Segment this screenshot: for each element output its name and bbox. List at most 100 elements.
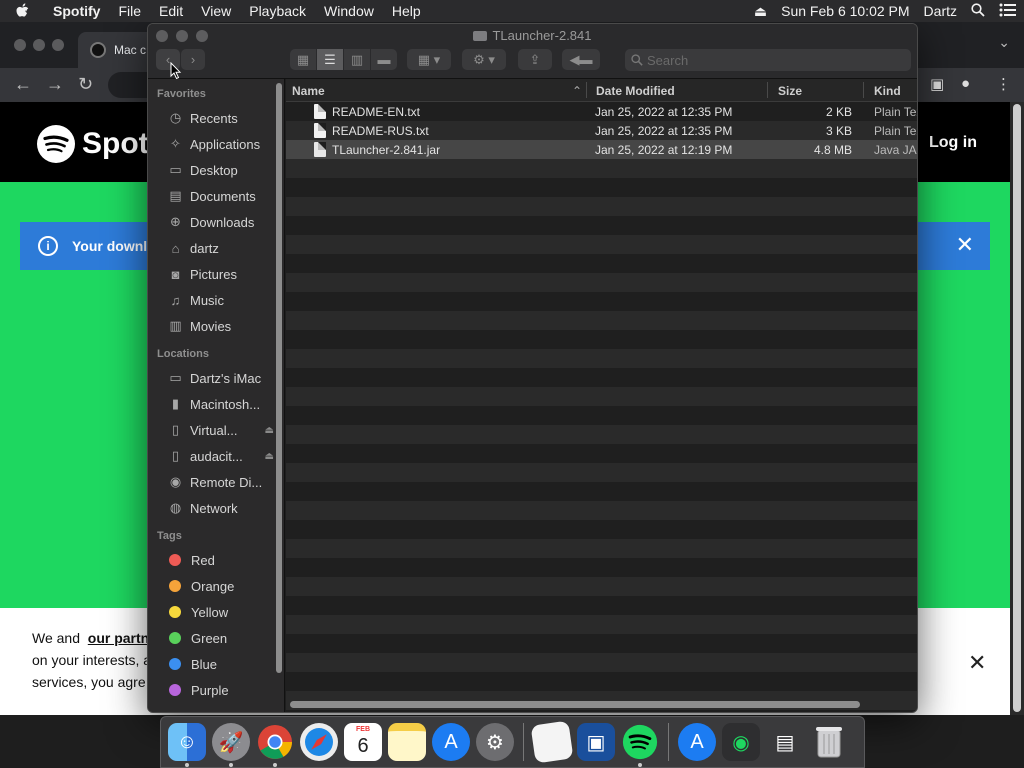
search-input[interactable] [647, 52, 887, 68]
sidebar-item-virtualbox[interactable]: ▯ Virtual... ⏏ [148, 417, 284, 443]
browser-menu-icon[interactable]: ⋮ [996, 75, 1011, 93]
menu-user[interactable]: Dartz [917, 3, 964, 19]
menu-playback[interactable]: Playback [240, 0, 315, 22]
chrome-dock-icon[interactable] [256, 723, 294, 767]
gallery-view-icon[interactable]: ▬ [371, 49, 397, 70]
apple-menu-icon[interactable] [0, 3, 44, 19]
column-header: Name ⌃ Date Modified Size Kind [286, 79, 917, 102]
document-icon: ▤ [169, 188, 182, 203]
sidebar-item-applications[interactable]: ✧ Applications [148, 131, 284, 157]
trash-dock-icon[interactable] [810, 723, 848, 761]
back-arrow-icon[interactable]: ← [14, 74, 32, 95]
minimize-window-button[interactable] [33, 39, 45, 51]
sidebar-item-recents[interactable]: ◷ Recents [148, 105, 284, 131]
launchpad-dock-icon[interactable]: 🚀 [212, 723, 250, 767]
file-row[interactable]: README-EN.txt Jan 25, 2022 at 12:35 PM 2… [286, 102, 918, 121]
eject-icon[interactable]: ⏏ [265, 425, 274, 436]
menu-file[interactable]: File [109, 0, 150, 22]
clock[interactable]: Sun Feb 6 10:02 PM [774, 3, 916, 19]
sidebar-item-label: Red [191, 552, 215, 568]
app-store-dock-icon[interactable]: A [432, 723, 470, 761]
sidebar-item-macintosh-hd[interactable]: ▮ Macintosh... [148, 391, 284, 417]
sidebar-tag-red[interactable]: Red [148, 547, 284, 573]
column-divider[interactable] [586, 82, 587, 98]
column-divider[interactable] [767, 82, 768, 98]
cookie-close-icon[interactable]: ✕ [968, 650, 986, 676]
partners-link[interactable]: our partn [88, 630, 149, 646]
zoom-window-button[interactable] [52, 39, 64, 51]
sidebar-tag-green[interactable]: Green [148, 625, 284, 651]
sidebar-tag-yellow[interactable]: Yellow [148, 599, 284, 625]
sidebar-item-desktop[interactable]: ▭ Desktop [148, 157, 284, 183]
menu-window[interactable]: Window [315, 0, 383, 22]
column-kind[interactable]: Kind [874, 84, 901, 98]
sidebar-scrollbar[interactable] [275, 79, 283, 674]
side-panel-icon[interactable]: ▣ [930, 75, 944, 93]
forward-arrow-icon[interactable]: → [46, 74, 64, 95]
sidebar-item-imac[interactable]: ▭ Dartz's iMac [148, 365, 284, 391]
sidebar-item-documents[interactable]: ▤ Documents [148, 183, 284, 209]
column-date-modified[interactable]: Date Modified [596, 84, 675, 98]
sidebar-item-movies[interactable]: ▥ Movies [148, 313, 284, 339]
eject-status-icon[interactable]: ⏏ [747, 3, 774, 20]
banner-close-icon[interactable]: ✕ [956, 232, 974, 258]
login-link[interactable]: Log in [929, 134, 977, 152]
textedit-dock-icon[interactable] [530, 720, 574, 764]
action-gear-icon[interactable]: ⚙ ▾ [462, 49, 506, 70]
sidebar-item-remote-disc[interactable]: ◉ Remote Di... [148, 469, 284, 495]
menu-edit[interactable]: Edit [150, 0, 192, 22]
profile-icon[interactable]: ● [961, 75, 970, 92]
reload-icon[interactable]: ↻ [78, 74, 93, 95]
spotlight-search-icon[interactable] [964, 2, 992, 20]
notes-dock-icon[interactable] [388, 723, 426, 761]
forward-chevron-icon[interactable]: › [181, 49, 205, 70]
share-icon[interactable]: ⇪ [518, 49, 552, 70]
sidebar-tag-purple[interactable]: Purple [148, 677, 284, 703]
sidebar-item-music[interactable]: ♫ Music [148, 287, 284, 313]
app-store-download-dock-icon[interactable]: A [678, 723, 716, 761]
column-divider[interactable] [863, 82, 864, 98]
tag-icon[interactable]: ◀▬ [562, 49, 600, 70]
file-size: 4.8 MB [813, 143, 852, 157]
sidebar-tag-blue[interactable]: Blue [148, 651, 284, 677]
finder-dock-icon[interactable]: ☺ [168, 723, 206, 767]
folder-stack-dock-icon[interactable]: ▤ [766, 723, 804, 761]
sidebar-scrollbar-thumb[interactable] [276, 83, 282, 673]
spotify-installer-dock-icon[interactable]: ◉ [722, 723, 760, 761]
virtualbox-dock-icon[interactable]: ▣ [577, 723, 615, 761]
file-row-selected[interactable]: TLauncher-2.841.jar Jan 25, 2022 at 12:1… [286, 140, 917, 159]
trash-can-icon [816, 727, 842, 758]
sidebar-item-home[interactable]: ⌂ dartz [148, 235, 284, 261]
column-view-icon[interactable]: ▥ [344, 49, 370, 70]
file-kind: Plain Tex [874, 105, 918, 119]
page-scrollbar[interactable] [1010, 102, 1024, 715]
cookie-text-line3: services, you agre [32, 674, 146, 690]
sidebar-item-network[interactable]: ◍ Network [148, 495, 284, 521]
list-view-icon[interactable]: ☰ [317, 49, 343, 70]
menu-view[interactable]: View [192, 0, 240, 22]
control-center-icon[interactable] [992, 3, 1024, 20]
horizontal-scrollbar[interactable] [290, 701, 860, 708]
sort-chevron-icon[interactable]: ⌃ [572, 84, 582, 98]
finder-search-field[interactable] [625, 49, 911, 71]
page-scrollbar-thumb[interactable] [1013, 104, 1021, 712]
sidebar-item-audacity[interactable]: ▯ audacit... ⏏ [148, 443, 284, 469]
sidebar-tag-orange[interactable]: Orange [148, 573, 284, 599]
sidebar-item-downloads[interactable]: ⊕ Downloads [148, 209, 284, 235]
tab-search-chevron-icon[interactable]: ⌄ [998, 34, 1010, 51]
file-row[interactable]: README-RUS.txt Jan 25, 2022 at 12:35 PM … [286, 121, 918, 140]
system-preferences-gear-icon[interactable]: ⚙ [476, 723, 514, 761]
sidebar-item-pictures[interactable]: ◙ Pictures [148, 261, 284, 287]
group-by-icon[interactable]: ▦ ▾ [407, 49, 451, 70]
spotify-dock-icon[interactable] [621, 723, 659, 767]
calendar-dock-icon[interactable]: FEB 6 [344, 723, 382, 761]
file-kind: Plain Tex [874, 124, 918, 138]
menu-help[interactable]: Help [383, 0, 430, 22]
column-size[interactable]: Size [778, 84, 802, 98]
icon-view-icon[interactable]: ▦ [290, 49, 316, 70]
safari-dock-icon[interactable] [300, 723, 338, 761]
menu-app-name[interactable]: Spotify [44, 0, 109, 22]
column-name[interactable]: Name [292, 84, 325, 98]
close-window-button[interactable] [14, 39, 26, 51]
eject-icon[interactable]: ⏏ [265, 451, 274, 462]
